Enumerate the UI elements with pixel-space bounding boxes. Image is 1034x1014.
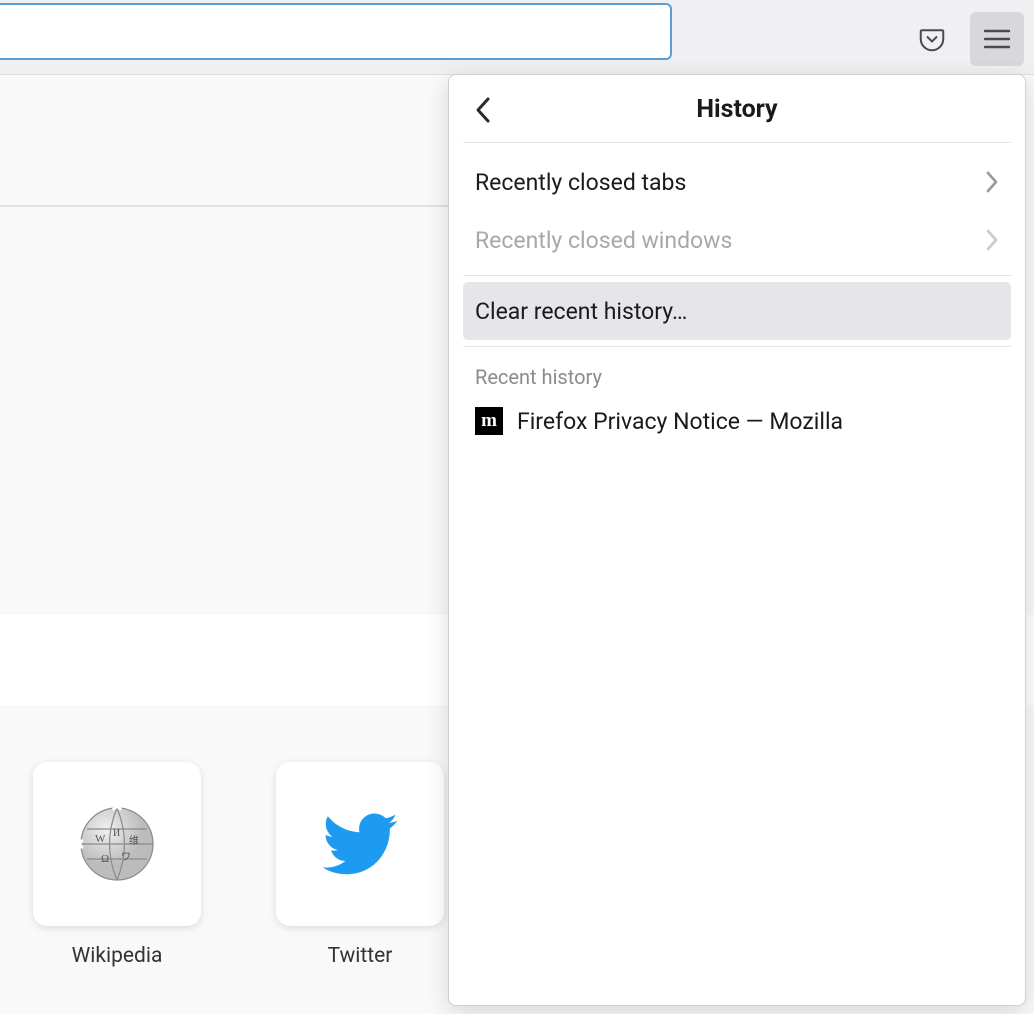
browser-toolbar [0, 0, 1034, 75]
panel-header: History [463, 89, 1011, 143]
panel-separator [463, 346, 1011, 347]
chevron-right-icon [985, 170, 999, 194]
panel-back-button[interactable] [467, 94, 499, 126]
panel-separator [463, 275, 1011, 276]
svg-text:ワ: ワ [121, 852, 131, 863]
topsite-tile: W И 维 Ω ワ [33, 762, 201, 926]
twitter-icon [322, 813, 398, 875]
svg-text:维: 维 [129, 834, 139, 847]
favicon-letter: m [481, 410, 497, 432]
chevron-left-icon [474, 96, 492, 124]
history-entry-title: Firefox Privacy Notice — Mozilla [517, 408, 843, 435]
menu-item-label: Clear recent history… [475, 298, 687, 325]
history-menu-list: Recently closed tabs Recently closed win… [449, 143, 1025, 269]
topsite-twitter[interactable]: Twitter [276, 762, 444, 968]
topsite-label: Wikipedia [72, 944, 163, 968]
svg-text:W: W [95, 833, 106, 845]
url-bar-input[interactable] [0, 3, 672, 60]
mozilla-favicon: m [475, 407, 503, 435]
recent-history-header: Recent history [449, 353, 1025, 397]
panel-title: History [479, 95, 995, 124]
app-menu-button[interactable] [970, 12, 1024, 66]
svg-text:Ω: Ω [101, 853, 109, 865]
chevron-right-icon [985, 228, 999, 252]
history-entry[interactable]: m Firefox Privacy Notice — Mozilla [449, 397, 1025, 445]
content-divider [0, 205, 450, 207]
wikipedia-icon: W И 维 Ω ワ [77, 804, 157, 884]
clear-recent-history-item[interactable]: Clear recent history… [463, 282, 1011, 340]
pocket-icon [917, 24, 947, 54]
topsite-label: Twitter [328, 944, 393, 968]
toolbar-right-icons [912, 12, 1024, 66]
history-panel: History Recently closed tabs Recently cl… [448, 74, 1026, 1006]
svg-text:И: И [113, 828, 120, 839]
pocket-button[interactable] [912, 19, 952, 59]
recently-closed-windows-item: Recently closed windows [463, 211, 1011, 269]
hamburger-icon [983, 28, 1011, 50]
topsites-row: W И 维 Ω ワ Wikipedia Twitter [33, 762, 444, 968]
menu-item-label: Recently closed windows [475, 227, 732, 254]
topsite-tile [276, 762, 444, 926]
recently-closed-tabs-item[interactable]: Recently closed tabs [463, 153, 1011, 211]
topsite-wikipedia[interactable]: W И 维 Ω ワ Wikipedia [33, 762, 201, 968]
history-actions: Clear recent history… [449, 282, 1025, 340]
menu-item-label: Recently closed tabs [475, 169, 686, 196]
